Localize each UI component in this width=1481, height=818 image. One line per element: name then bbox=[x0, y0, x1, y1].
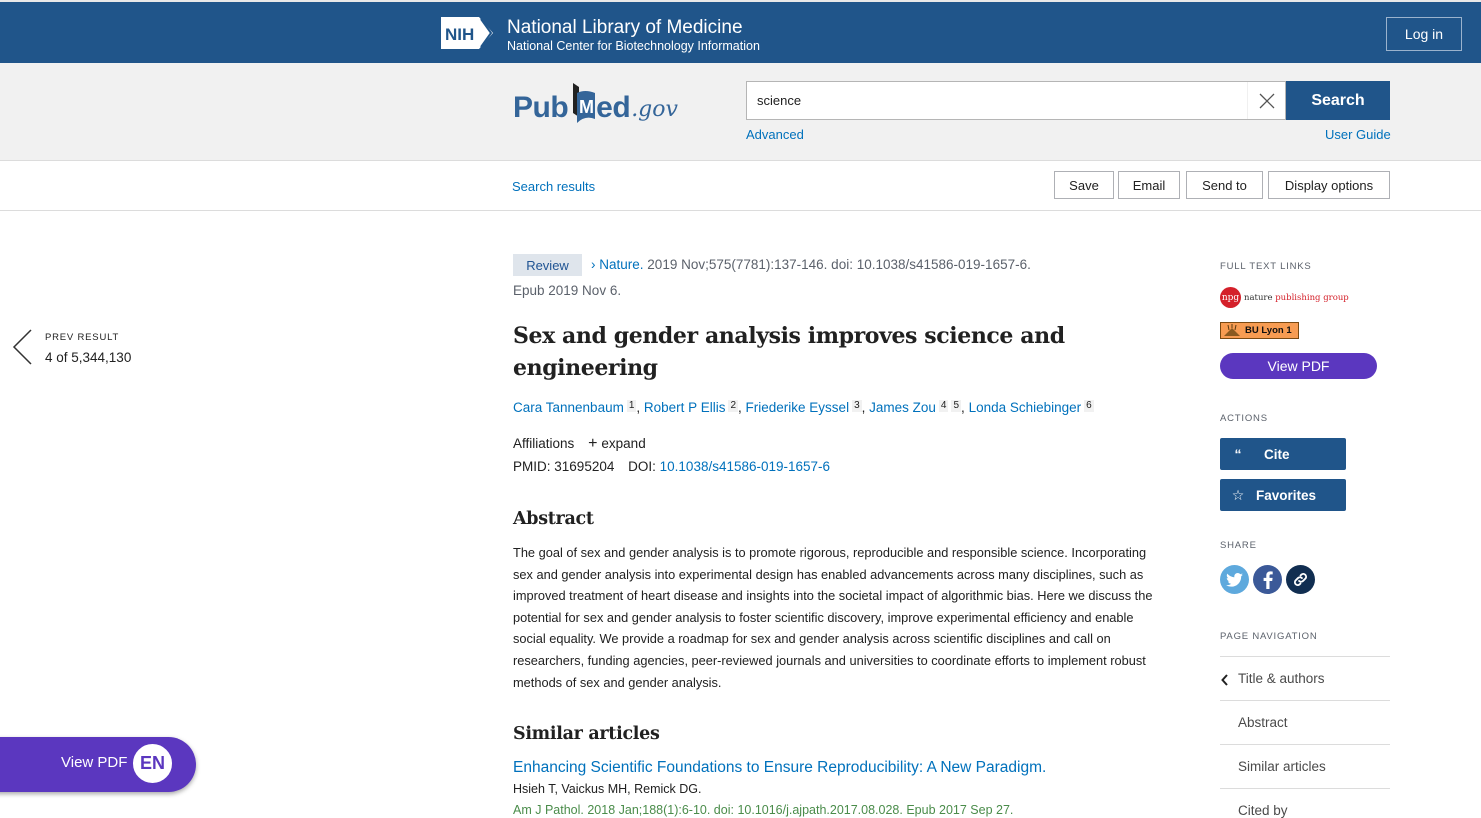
pubmed-logo-text-2: ed bbox=[596, 91, 631, 124]
epub-date: Epub 2019 Nov 6. bbox=[513, 283, 622, 298]
nature-publishing-group-link[interactable]: npg nature publishing group bbox=[1220, 287, 1349, 308]
chevron-right-icon: › bbox=[591, 257, 596, 272]
similar-article-title[interactable]: Enhancing Scientific Foundations to Ensu… bbox=[513, 759, 1046, 777]
svg-text:NIH: NIH bbox=[445, 25, 474, 44]
library-book-icon bbox=[1224, 324, 1240, 336]
pubmed-logo-text: Pub bbox=[513, 91, 569, 124]
pubmed-logo[interactable]: Pub M ed .gov bbox=[513, 79, 678, 123]
page-navigation-label: PAGE NAVIGATION bbox=[1220, 631, 1318, 642]
twitter-icon[interactable] bbox=[1220, 565, 1249, 594]
facebook-icon[interactable] bbox=[1253, 565, 1282, 594]
doi-label: DOI: bbox=[628, 459, 656, 474]
user-guide-link[interactable]: User Guide bbox=[1325, 127, 1391, 142]
nav-cited-by[interactable]: Cited by bbox=[1238, 803, 1288, 818]
actions-label: ACTIONS bbox=[1220, 413, 1268, 424]
cite-button[interactable]: “ Cite bbox=[1220, 438, 1346, 470]
npg-logo-text: nature publishing group bbox=[1244, 292, 1349, 303]
author-link[interactable]: Friederike Eyssel bbox=[746, 400, 850, 415]
journal-link[interactable]: Nature. bbox=[599, 257, 643, 272]
view-pdf-button[interactable]: View PDF bbox=[1220, 353, 1377, 379]
login-button[interactable]: Log in bbox=[1386, 17, 1462, 51]
doi-link[interactable]: 10.1038/s41586-019-1657-6 bbox=[660, 459, 830, 474]
pubmed-book-icon: M bbox=[573, 83, 596, 123]
pubmed-logo-suffix: .gov bbox=[631, 97, 678, 122]
citation-details: 2019 Nov;575(7781):137-146. doi: 10.1038… bbox=[643, 257, 1031, 272]
floating-view-pdf-label: View PDF bbox=[61, 754, 128, 771]
result-position: 4 of 5,344,130 bbox=[45, 350, 132, 365]
author-list: Cara Tannenbaum 1, Robert P Ellis 2, Fried… bbox=[513, 400, 1094, 415]
close-icon bbox=[1259, 93, 1274, 108]
full-text-links-label: FULL TEXT LINKS bbox=[1220, 261, 1312, 272]
affiliation-ref[interactable]: 2 bbox=[728, 400, 739, 412]
affiliation-ref[interactable]: 1 bbox=[626, 400, 637, 412]
article-ids: PMID: 31695204 DOI: 10.1038/s41586-019-1… bbox=[513, 459, 830, 474]
article-title: Sex and gender analysis improves science… bbox=[513, 323, 1065, 381]
similar-article-citation: Am J Pathol. 2018 Jan;188(1):6-10. doi: … bbox=[513, 803, 1014, 817]
nav-title-authors[interactable]: Title & authors bbox=[1238, 671, 1325, 686]
favorites-button[interactable]: ☆ Favorites bbox=[1220, 479, 1346, 511]
divider bbox=[1220, 788, 1390, 789]
affiliation-ref[interactable]: 6 bbox=[1084, 400, 1094, 412]
svg-text:M: M bbox=[579, 97, 594, 117]
affiliation-ref[interactable]: 3 bbox=[852, 400, 862, 412]
prev-result-button[interactable] bbox=[10, 328, 34, 366]
divider bbox=[1220, 744, 1390, 745]
search-box bbox=[746, 81, 1286, 120]
plus-icon: + bbox=[588, 435, 598, 452]
star-icon: ☆ bbox=[1231, 486, 1245, 503]
email-button[interactable]: Email bbox=[1118, 171, 1180, 199]
save-button[interactable]: Save bbox=[1054, 171, 1114, 199]
chevron-left-icon bbox=[12, 329, 32, 365]
search-input[interactable] bbox=[747, 82, 1247, 119]
share-label: SHARE bbox=[1220, 540, 1257, 551]
clear-search-button[interactable] bbox=[1247, 82, 1285, 119]
divider bbox=[1220, 700, 1390, 701]
author-link[interactable]: Londa Schiebinger bbox=[969, 400, 1082, 415]
send-to-button[interactable]: Send to bbox=[1186, 171, 1263, 199]
nlm-title[interactable]: National Library of Medicine bbox=[507, 17, 743, 39]
advanced-search-link[interactable]: Advanced bbox=[746, 127, 804, 142]
search-header: Pub M ed .gov Search Advanced User Guide bbox=[0, 63, 1481, 161]
nih-banner: NIH National Library of Medicine Nationa… bbox=[0, 0, 1481, 63]
abstract-text: The goal of sex and gender analysis is t… bbox=[513, 545, 1153, 690]
similar-articles-heading: Similar articles bbox=[513, 724, 660, 744]
author-link[interactable]: Cara Tannenbaum bbox=[513, 400, 624, 415]
ncbi-subtitle: National Center for Biotechnology Inform… bbox=[507, 39, 760, 53]
nav-abstract[interactable]: Abstract bbox=[1238, 715, 1288, 730]
divider bbox=[1220, 656, 1390, 657]
affiliation-ref[interactable]: 5 bbox=[951, 400, 962, 412]
pmid-value: 31695204 bbox=[554, 459, 615, 474]
action-bar: Search results Save Email Send to Displa… bbox=[0, 161, 1481, 211]
affiliations-row: Affiliations + expand bbox=[513, 435, 646, 453]
abstract-heading: Abstract bbox=[513, 509, 594, 529]
affiliations-label: Affiliations bbox=[513, 436, 575, 451]
link-icon[interactable] bbox=[1286, 565, 1315, 594]
publication-type-badge: Review bbox=[513, 254, 582, 276]
quote-icon: “ bbox=[1234, 446, 1242, 462]
chevron-left-icon bbox=[1221, 674, 1228, 686]
expand-affiliations-button[interactable]: + expand bbox=[578, 435, 646, 452]
floating-view-pdf-button[interactable]: View PDF EN bbox=[0, 737, 196, 792]
npg-logo-icon: npg bbox=[1220, 287, 1241, 308]
nav-similar-articles[interactable]: Similar articles bbox=[1238, 759, 1326, 774]
prev-result-label: PREV RESULT bbox=[45, 332, 120, 343]
display-options-button[interactable]: Display options bbox=[1268, 171, 1390, 199]
language-badge[interactable]: EN bbox=[130, 741, 175, 786]
affiliation-ref[interactable]: 4 bbox=[938, 400, 949, 412]
author-link[interactable]: Robert P Ellis bbox=[644, 400, 726, 415]
search-results-link[interactable]: Search results bbox=[512, 179, 595, 194]
journal-citation: › Nature. 2019 Nov;575(7781):137-146. do… bbox=[591, 257, 1031, 272]
nih-logo-icon[interactable]: NIH bbox=[441, 17, 493, 49]
author-link[interactable]: James Zou bbox=[869, 400, 936, 415]
bu-lyon-link[interactable]: BU Lyon 1 bbox=[1220, 322, 1299, 339]
similar-article-authors: Hsieh T, Vaickus MH, Remick DG. bbox=[513, 782, 702, 796]
pmid-label: PMID: bbox=[513, 459, 551, 474]
search-button[interactable]: Search bbox=[1286, 81, 1390, 120]
